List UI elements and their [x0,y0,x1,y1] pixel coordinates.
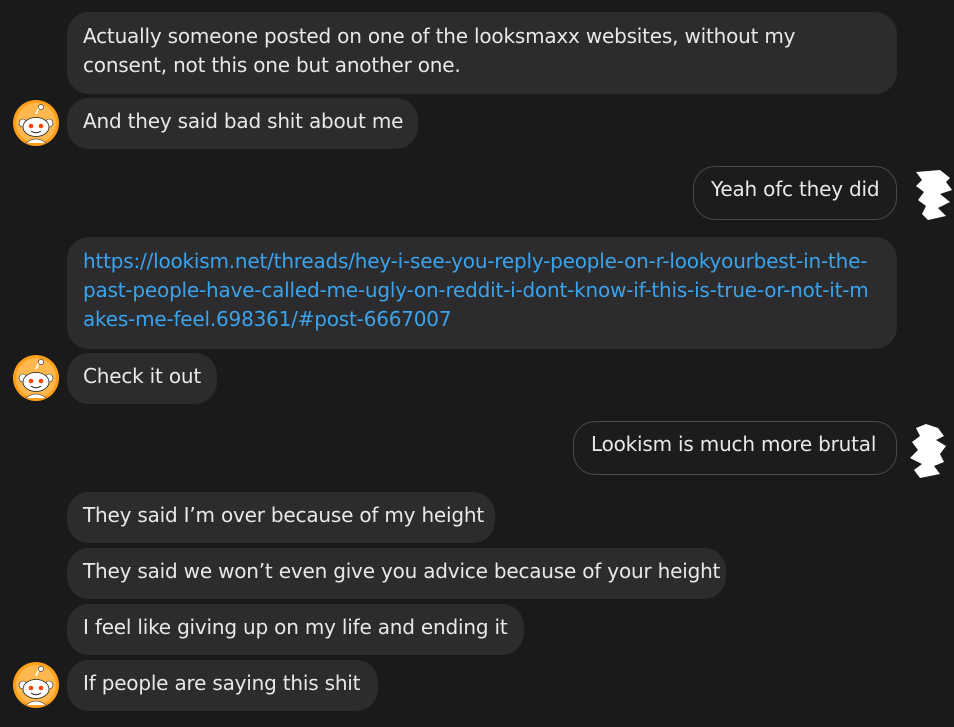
reddit-snoo-avatar-icon[interactable] [12,661,60,709]
message-text: And they said bad shit about me [83,109,404,133]
message-text: If people are saying this shit [83,671,361,695]
link-text-line[interactable]: akes-me-feel.698361/#post-6667007 [83,305,881,334]
message-text: I feel like giving up on my life and end… [83,615,508,639]
link-text-line[interactable]: https://lookism.net/threads/hey-i-see-yo… [83,247,881,276]
message-text: They said we won’t even give you advice … [83,559,721,583]
link-text-line[interactable]: past-people-have-called-me-ugly-on-reddi… [83,276,881,305]
message-bubble-outgoing[interactable]: Lookism is much more brutal [573,421,897,475]
message-text-line: Actually someone posted on one of the lo… [83,24,796,48]
reddit-snoo-avatar-icon[interactable] [12,354,60,402]
message-text: Yeah ofc they did [711,177,880,201]
message-text-line: consent, not this one but another one. [83,53,461,77]
message-text: Lookism is much more brutal [591,432,877,456]
message-bubble[interactable]: I feel like giving up on my life and end… [67,604,524,655]
message-bubble[interactable]: Check it out [67,353,217,404]
message-text: Check it out [83,364,201,388]
redacted-avatar-icon [910,424,946,478]
message-bubble[interactable]: And they said bad shit about me [67,98,418,149]
message-text: They said I’m over because of my height [83,503,484,527]
redacted-avatar-icon [916,170,952,220]
message-bubble[interactable]: They said we won’t even give you advice … [67,548,726,599]
message-bubble[interactable]: If people are saying this shit [67,660,378,711]
message-bubble-outgoing[interactable]: Yeah ofc they did [693,166,897,220]
message-bubble[interactable]: Actually someone posted on one of the lo… [67,12,897,94]
message-bubble[interactable]: They said I’m over because of my height [67,492,495,543]
message-link-bubble[interactable]: https://lookism.net/threads/hey-i-see-yo… [67,237,897,349]
reddit-snoo-avatar-icon[interactable] [12,99,60,147]
